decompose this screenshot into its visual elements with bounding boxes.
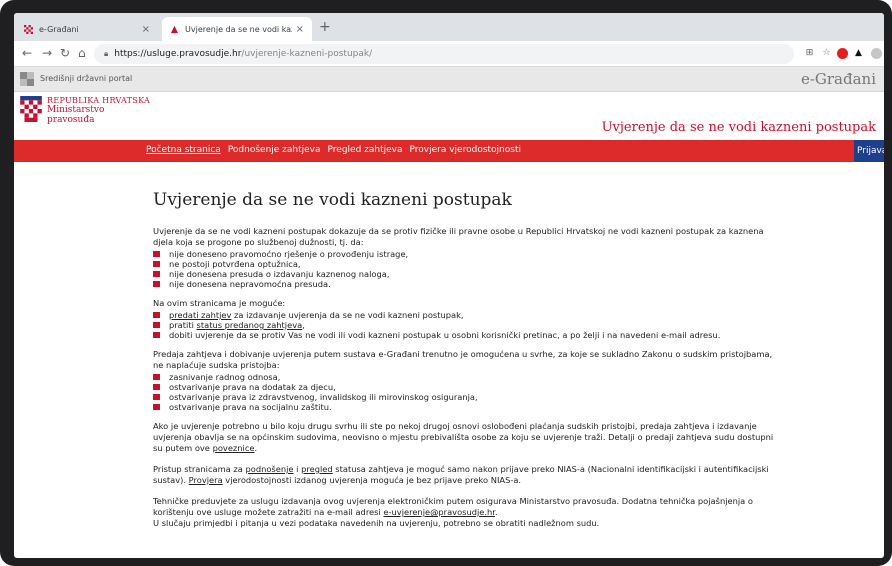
ministry-name-line1: REPUBLIKA HRVATSKA	[47, 96, 151, 105]
page-title: Uvjerenje da se ne vodi kazneni postupak	[153, 190, 512, 210]
checkerboard-favicon-icon	[24, 24, 33, 34]
ministry-header: REPUBLIKA HRVATSKA Ministarstvo pravosuđ…	[14, 92, 884, 140]
adblock-extension-icon[interactable]	[837, 48, 848, 59]
tab-title: Uvjerenje da se ne vodi kaznen	[185, 24, 292, 34]
main-content: Uvjerenje da se ne vodi kazneni postupak…	[153, 162, 783, 529]
close-tab-icon[interactable]: ×	[142, 24, 150, 35]
device-frame: e-Građani × Uvjerenje da se ne vodi kazn…	[0, 0, 892, 566]
translate-icon[interactable]: ⊞	[804, 48, 815, 59]
support-email-link[interactable]: e-uvjerenje@pravosudje.hr	[383, 507, 495, 517]
portal-name[interactable]: Središnji državni portal	[40, 74, 132, 83]
back-arrow-icon[interactable]: ←	[22, 46, 32, 60]
intro-list: nije doneseno pravomoćno rješenje o prov…	[153, 249, 783, 289]
list-item-text: za izdavanje uvjerenja da se ne vodi kaz…	[231, 310, 464, 320]
remarks-paragraph: U slučaju primjedbi i pitanja u vezi pod…	[153, 518, 600, 528]
list-item: nije donesena presuda o izdavanju kaznen…	[153, 269, 783, 279]
link-provjera[interactable]: Provjera	[189, 475, 223, 485]
nav-verify-authenticity[interactable]: Provjera vjerodostojnosti	[410, 145, 521, 155]
list-item: pratiti status predanog zahtjeva,	[153, 320, 783, 330]
browser-toolbar: ← → ↻ ⌂ 🔒︎ https://usluge.pravosudje.hr …	[14, 41, 884, 67]
possible-list: predati zahtjev za izdavanje uvjerenja d…	[153, 310, 783, 340]
request-status-link[interactable]: status predanog zahtjeva	[197, 320, 303, 330]
tab-strip: e-Građani × Uvjerenje da se ne vodi kazn…	[14, 13, 884, 41]
portal-header: Središnji državni portal e-Građani	[14, 67, 884, 92]
list-item: nije doneseno pravomoćno rješenje o prov…	[153, 249, 783, 259]
service-title: Uvjerenje da se ne vodi kazneni postupak	[601, 120, 876, 135]
possible-label: Na ovim stranicama je moguće:	[153, 298, 286, 308]
portal-logo-icon	[20, 72, 34, 86]
free-paragraph: Predaja zahtjeva i dobivanje uvjerenja p…	[153, 349, 773, 370]
other-purpose-paragraph: Ako je uvjerenje potrebno u bilo koju dr…	[153, 421, 783, 454]
link-podnosenje[interactable]: podnošenje	[245, 464, 293, 474]
reload-icon[interactable]: ↻	[60, 46, 70, 60]
tab-e-gradani[interactable]: e-Građani ×	[16, 17, 158, 41]
list-item-text: pratiti	[169, 320, 197, 330]
access-paragraph: Pristup stranicama za podnošenje i pregl…	[153, 464, 783, 486]
link-pregled[interactable]: pregled	[301, 464, 333, 474]
list-item: ostvarivanje prava na dodatak za djecu,	[153, 382, 783, 392]
nav-review-requests[interactable]: Pregled zahtjeva	[328, 145, 403, 155]
tab-uvjerenje[interactable]: Uvjerenje da se ne vodi kaznen ×	[162, 17, 312, 41]
submit-request-link[interactable]: predati zahtjev	[169, 310, 231, 320]
home-icon[interactable]: ⌂	[78, 46, 86, 60]
paragraph-text: .	[254, 443, 258, 453]
main-navigation: Početna stranica Podnošenje zahtjeva Pre…	[14, 140, 884, 162]
forward-arrow-icon[interactable]: →	[42, 46, 52, 60]
list-item: dobiti uvjerenje da se protiv Vas ne vod…	[153, 330, 783, 340]
link-poveznice[interactable]: poveznice	[213, 443, 255, 453]
url-path: /uvjerenje-kazneni-postupak/	[241, 49, 373, 59]
list-item: ostvarivanje prava iz zdravstvenog, inva…	[153, 392, 783, 402]
bookmark-star-icon[interactable]: ☆	[821, 48, 832, 59]
list-item: zasnivanje radnog odnosa,	[153, 372, 783, 382]
list-item: ostvarivanje prava na socijalnu zaštitu.	[153, 402, 783, 412]
profile-avatar-icon[interactable]	[871, 48, 882, 59]
url-host: https://usluge.pravosudje.hr	[114, 49, 242, 59]
list-item-text: ,	[302, 320, 305, 330]
paragraph-text: i	[293, 464, 302, 474]
ministry-favicon-icon	[170, 25, 179, 33]
coat-of-arms-icon	[20, 96, 42, 122]
tech-paragraph: Tehničke preduvjete za uslugu izdavanja …	[153, 496, 783, 518]
e-gradani-brand[interactable]: e-Građani	[801, 70, 876, 88]
paragraph-text: Pristup stranicama za	[153, 464, 246, 474]
login-button[interactable]: Prijava	[854, 140, 884, 162]
list-item: nije donesena nepravomoćna presuda.	[153, 279, 783, 289]
ministry-name-line3: pravosuđa	[47, 115, 95, 125]
ministry-name-line2: Ministarstvo	[47, 105, 105, 115]
free-list: zasnivanje radnog odnosa, ostvarivanje p…	[153, 372, 783, 412]
browser-window: e-Građani × Uvjerenje da se ne vodi kazn…	[14, 13, 884, 558]
lock-icon: 🔒︎	[104, 49, 109, 58]
nav-home[interactable]: Početna stranica	[146, 145, 221, 155]
new-tab-button[interactable]: +	[319, 19, 331, 35]
list-item: predati zahtjev za izdavanje uvjerenja d…	[153, 310, 783, 320]
paragraph-text: .	[494, 507, 498, 517]
close-tab-icon[interactable]: ×	[296, 24, 304, 35]
tab-title: e-Građani	[39, 24, 79, 34]
list-item: ne postoji potvrđena optužnica,	[153, 259, 783, 269]
nav-submit-request[interactable]: Podnošenje zahtjeva	[228, 145, 321, 155]
intro-paragraph: Uvjerenje da se ne vodi kazneni postupak…	[153, 226, 764, 247]
paragraph-text: vjerodostojnosti izdanog uvjerenja moguć…	[222, 475, 522, 485]
cursor-extension-icon[interactable]: ▲	[853, 48, 864, 59]
address-bar[interactable]: 🔒︎ https://usluge.pravosudje.hr /uvjeren…	[94, 44, 794, 64]
